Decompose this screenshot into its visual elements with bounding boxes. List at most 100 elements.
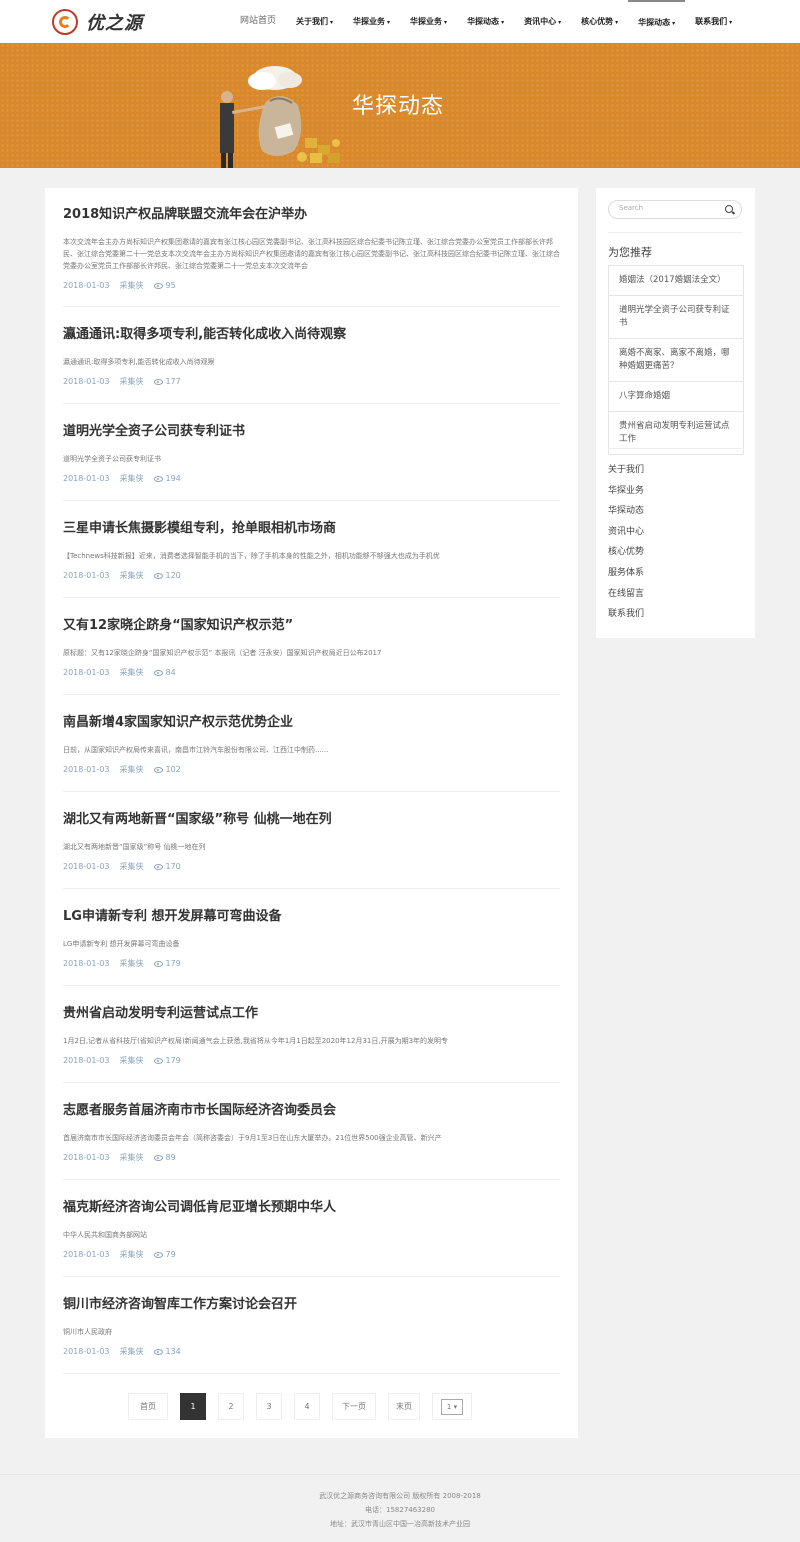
list-item: 又有12家晓企跻身“国家知识产权示范” 原标题：又有12家晓企跻身“国家知识产权… [63, 617, 560, 695]
article-title[interactable]: 湖北又有两地新晋“国家级”称号 仙桃一地在列 [63, 811, 560, 829]
next-page-link[interactable]: 下一页 [332, 1393, 376, 1420]
article-views: 84 [165, 668, 176, 677]
article-views: 179 [165, 1056, 181, 1065]
chevron-down-icon: ▾ [672, 20, 676, 27]
search-icon[interactable] [725, 205, 733, 213]
eye-icon [153, 766, 163, 773]
eye-icon [153, 863, 163, 870]
article-summary: LG申请新专利 想开发屏幕可弯曲设备 [63, 940, 180, 948]
eye-icon [153, 378, 163, 385]
eye-icon [153, 1154, 163, 1161]
search-input[interactable]: Search [608, 200, 742, 219]
eye-icon [153, 1348, 163, 1355]
sidebar: Search 为您推荐 婚姻法（2017婚姻法全文） 道明光学全资子公司获专利证… [596, 188, 755, 638]
list-item: LG申请新专利 想开发屏幕可弯曲设备 LG申请新专利 想开发屏幕可弯曲设备 20… [63, 908, 560, 986]
nav-item-advantage[interactable]: 核心优势 ▾ [571, 0, 628, 43]
article-title[interactable]: 贵州省启动发明专利运营试点工作 [63, 1005, 560, 1023]
article-author: 采集侠 [119, 1347, 144, 1356]
nav-item-business-2[interactable]: 华探业务 ▾ [400, 0, 457, 43]
sidebar-item-business[interactable]: 华探业务 [608, 481, 644, 502]
page-link-3[interactable]: 3 [256, 1393, 282, 1420]
article-date: 2018-01-03 [63, 1056, 110, 1065]
logo-text: 优之源 [86, 13, 143, 34]
article-date: 2018-01-03 [63, 959, 110, 968]
nav-item-business[interactable]: 华探业务 ▾ [343, 0, 400, 43]
logo-icon [52, 9, 78, 35]
footer-address: 地址：武汉市青山区中国一冶高新技术产业园 [330, 1520, 470, 1528]
list-item: 志愿者服务首届济南市市长国际经济咨询委员会 首届济南市市长国际经济咨询委员会年会… [63, 1102, 560, 1180]
nav-item-contact[interactable]: 联系我们 ▾ [685, 0, 742, 43]
chevron-down-icon: ▾ [387, 19, 391, 26]
article-views: 170 [165, 862, 181, 871]
chevron-down-icon: ▾ [330, 19, 334, 26]
site-logo[interactable]: 优之源 [52, 9, 162, 35]
article-author: 采集侠 [119, 765, 144, 774]
nav-item-dynamics[interactable]: 华探动态 ▾ [628, 0, 686, 45]
article-summary: 道明光学全资子公司获专利证书 [63, 455, 161, 463]
article-meta: 2018-01-03 采集侠 179 [63, 958, 560, 969]
recommend-item[interactable]: 八字算命婚姻 [609, 382, 743, 412]
eye-icon [153, 475, 163, 482]
article-views: 120 [165, 571, 181, 580]
list-item: 2018知识产权品牌联盟交流年会在沪举办 本次交流年会主办方尚标知识产权集团邀请… [63, 206, 560, 307]
recommend-heading: 为您推荐 [608, 246, 652, 259]
sidebar-item-dynamics[interactable]: 华探动态 [608, 501, 644, 522]
sidebar-item-info[interactable]: 资讯中心 [608, 522, 644, 543]
page-link-4[interactable]: 4 [294, 1393, 320, 1420]
article-views: 194 [165, 474, 181, 483]
sidebar-item-contact[interactable]: 联系我们 [608, 604, 644, 625]
nav-label: 关于我们 [296, 17, 329, 26]
article-title[interactable]: 2018知识产权品牌联盟交流年会在沪举办 [63, 206, 560, 224]
article-summary: 【Technews科技新报】近来，消费者选择智能手机的当下，除了手机本身的性能之… [63, 552, 440, 560]
article-title[interactable]: 铜川市经济咨询智库工作方案讨论会召开 [63, 1296, 560, 1314]
nav-item-news[interactable]: 华探动态 ▾ [457, 0, 514, 43]
eye-icon [153, 1251, 163, 1258]
last-page-link[interactable]: 末页 [388, 1393, 420, 1420]
article-summary: 中华人民共和国商务部网站 [63, 1231, 147, 1239]
sidebar-item-about[interactable]: 关于我们 [608, 460, 644, 481]
site-footer: 武汉优之源商务咨询有限公司 版权所有 2008-2018 电话：15827463… [0, 1474, 800, 1542]
article-summary: 铜川市人民政府 [63, 1328, 112, 1336]
eye-icon [153, 282, 163, 289]
eye-icon [153, 960, 163, 967]
recommend-item[interactable]: 离婚不离家、离家不离婚，哪种婚姻更痛苦？ [609, 339, 743, 382]
eye-icon [153, 669, 163, 676]
article-title[interactable]: 又有12家晓企跻身“国家知识产权示范” [63, 617, 560, 635]
article-title[interactable]: 道明光学全资子公司获专利证书 [63, 423, 560, 441]
nav-item-about[interactable]: 关于我们 ▾ [286, 0, 343, 43]
article-title[interactable]: 南昌新增4家国家知识产权示范优势企业 [63, 714, 560, 732]
footer-phone: 电话：15827463280 [365, 1506, 435, 1514]
article-date: 2018-01-03 [63, 571, 110, 580]
article-author: 采集侠 [119, 1250, 144, 1259]
nav-item-info[interactable]: 资讯中心 ▾ [514, 0, 571, 43]
article-summary: 原标题：又有12家晓企跻身“国家知识产权示范” 本报讯（记者 汪永安）国家知识产… [63, 649, 382, 657]
article-date: 2018-01-03 [63, 377, 110, 386]
article-views: 102 [165, 765, 181, 774]
article-author: 采集侠 [119, 959, 144, 968]
recommend-item[interactable]: 婚姻法（2017婚姻法全文） [609, 266, 743, 296]
page-select-value: 1 [446, 1402, 452, 1411]
article-list: 2018知识产权品牌联盟交流年会在沪举办 本次交流年会主办方尚标知识产权集团邀请… [45, 188, 578, 1438]
recommend-item[interactable]: 道明光学全资子公司获专利证书 [609, 296, 743, 339]
article-title[interactable]: 三星申请长焦摄影模组专利，抢单眼相机市场商 [63, 520, 560, 538]
article-title[interactable]: 瀛通通讯:取得多项专利,能否转化成收入尚待观察 [63, 326, 560, 344]
article-title[interactable]: 志愿者服务首届济南市市长国际经济咨询委员会 [63, 1102, 560, 1120]
nav-item-home[interactable]: 网站首页 [230, 0, 286, 43]
article-date: 2018-01-03 [63, 1347, 110, 1356]
article-views: 95 [165, 281, 176, 290]
page-select[interactable]: 1 ▾ [432, 1393, 472, 1420]
article-author: 采集侠 [119, 281, 144, 290]
footer-copyright: 武汉优之源商务咨询有限公司 版权所有 2008-2018 [319, 1492, 481, 1500]
sidebar-item-advantage[interactable]: 核心优势 [608, 542, 644, 563]
article-title[interactable]: 福克斯经济咨询公司调低肯尼亚增长预期中华人 [63, 1199, 560, 1217]
article-meta: 2018-01-03 采集侠 120 [63, 570, 560, 581]
article-author: 采集侠 [119, 668, 144, 677]
first-page-link[interactable]: 首页 [128, 1393, 168, 1420]
sidebar-item-service[interactable]: 服务体系 [608, 563, 644, 584]
page-link-1[interactable]: 1 [180, 1393, 206, 1420]
sidebar-item-message[interactable]: 在线留言 [608, 584, 644, 605]
nav-label: 华探业务 [353, 17, 386, 26]
page-link-2[interactable]: 2 [218, 1393, 244, 1420]
article-title[interactable]: LG申请新专利 想开发屏幕可弯曲设备 [63, 908, 560, 926]
list-item: 湖北又有两地新晋“国家级”称号 仙桃一地在列 湖北又有两地新晋“国家级”称号 仙… [63, 811, 560, 889]
